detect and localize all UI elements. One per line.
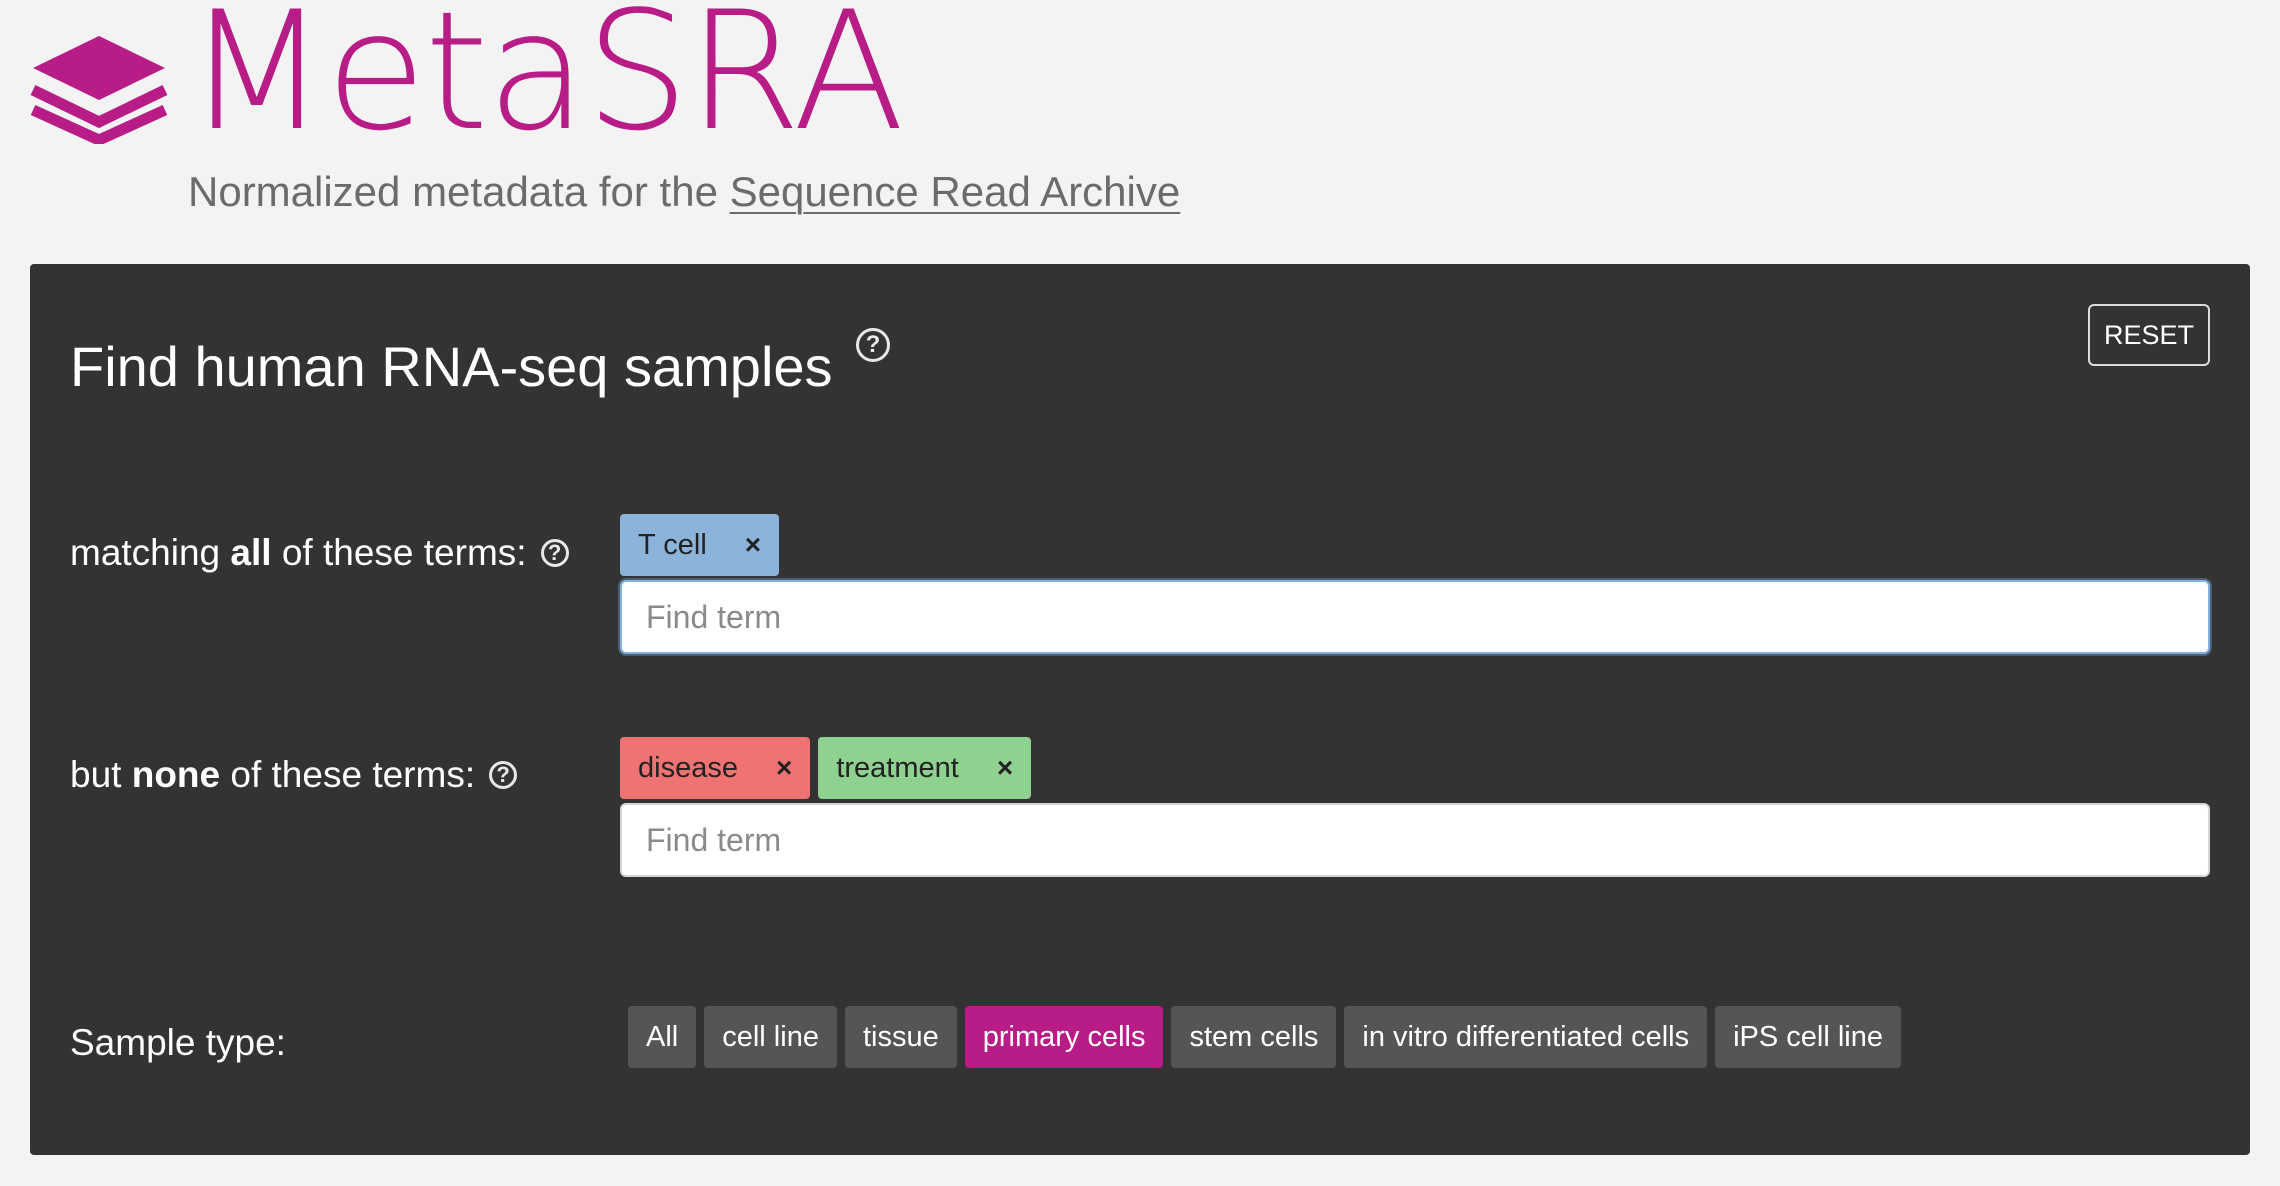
reset-button[interactable]: RESET [2088, 304, 2210, 366]
include-label-text: matching all of these terms: [70, 532, 527, 573]
term-chip: disease × [620, 737, 811, 799]
sra-link[interactable]: Sequence Read Archive [730, 168, 1181, 215]
term-chip-label: treatment [836, 751, 959, 784]
sample-type-in-vitro-differentiated[interactable]: in vitro differentiated cells [1344, 1006, 1708, 1068]
include-terms-label: matching all of these terms: ? [70, 532, 569, 574]
sample-type-primary-cells[interactable]: primary cells [964, 1006, 1164, 1068]
remove-term-icon[interactable]: × [776, 752, 792, 784]
term-chip: treatment × [818, 737, 1032, 799]
sample-type-ips-cell-line[interactable]: iPS cell line [1715, 1006, 1901, 1068]
sample-type-label: Sample type: [70, 1022, 286, 1063]
question-circle-icon[interactable]: ? [856, 328, 890, 362]
sample-type-cell-line[interactable]: cell line [704, 1006, 837, 1068]
tagline-text: Normalized metadata for the [188, 168, 730, 215]
site-title: MetaSRA [186, 0, 905, 167]
exclude-label-text: but none of these terms: [70, 754, 476, 795]
exclude-term-chips: disease × treatment × [620, 737, 1032, 799]
question-circle-icon[interactable]: ? [489, 761, 518, 789]
search-panel: Find human RNA-seq samples ? RESET match… [30, 264, 2250, 1155]
sample-type-tissue[interactable]: tissue [844, 1006, 957, 1068]
exclude-term-input[interactable] [620, 803, 2210, 877]
question-circle-icon[interactable]: ? [540, 539, 569, 567]
sample-type-stem-cells[interactable]: stem cells [1171, 1006, 1337, 1068]
sample-type-options: All cell line tissue primary cells stem … [628, 1006, 1901, 1068]
sample-type-all[interactable]: All [628, 1006, 697, 1068]
term-chip-label: disease [638, 751, 738, 784]
include-term-input[interactable] [620, 580, 2210, 654]
remove-term-icon[interactable]: × [997, 752, 1013, 784]
remove-term-icon[interactable]: × [745, 529, 761, 561]
term-chip-label: T cell [638, 528, 707, 561]
term-chip: T cell × [620, 514, 780, 576]
stacked-layers-icon [30, 36, 168, 144]
exclude-terms-label: but none of these terms: ? [70, 754, 518, 796]
site-tagline: Normalized metadata for the Sequence Rea… [188, 168, 1180, 216]
include-term-chips: T cell × [620, 514, 780, 576]
panel-title: Find human RNA-seq samples [70, 335, 833, 398]
